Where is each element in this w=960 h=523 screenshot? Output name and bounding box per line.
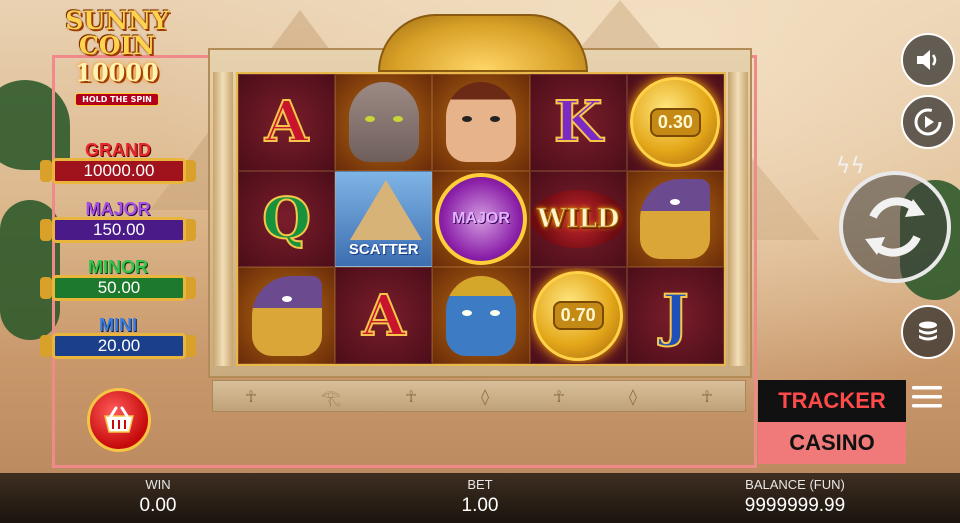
- tracker-casino-watermark: TRACKER CASINO: [758, 380, 906, 464]
- hieroglyph-icon: 𓂀: [321, 388, 341, 407]
- coin-stack-icon: [919, 321, 937, 341]
- logo-line1: SUNNY: [65, 6, 169, 35]
- bet-label: BET: [467, 477, 493, 492]
- reel-cell-letter-a: A: [335, 267, 433, 364]
- pharaoh-symbol-icon: [445, 275, 516, 356]
- win-display: WIN 0.00: [108, 477, 208, 517]
- jackpot-value: 10000.00: [52, 158, 186, 184]
- coin-symbol-icon: 0.30: [630, 77, 721, 168]
- coin-symbol-icon: 0.70: [533, 270, 624, 361]
- reel-cell-wild: WILD: [529, 170, 627, 268]
- hieroglyph-band: ☥ 𓂀 ☥ ◊ ☥ ◊ ☥: [212, 380, 746, 412]
- jackpot-mini: MINI 20.00: [40, 315, 196, 363]
- autoplay-button[interactable]: [901, 95, 955, 149]
- major-coin-icon: MAJOR: [434, 172, 527, 265]
- jackpot-value: 50.00: [52, 275, 186, 301]
- game-logo: SUNNY COIN 10000 HOLD THE SPIN: [52, 8, 182, 106]
- jackpot-value: 150.00: [52, 217, 186, 243]
- golden-fan-ornament: [378, 14, 588, 72]
- hieroglyph-icon: ☥: [553, 386, 565, 406]
- balance-label: BALANCE (FUN): [745, 477, 845, 492]
- eye-icon: [670, 198, 681, 205]
- logo-line2: COIN: [78, 31, 156, 60]
- spin-button[interactable]: [839, 171, 951, 283]
- scatter-label: SCATTER: [348, 241, 419, 259]
- jackpot-value: 20.00: [52, 333, 186, 359]
- jackpot-major: MAJOR 150.00: [40, 199, 196, 247]
- pyramid-icon: [350, 179, 423, 240]
- eye-icon: [489, 309, 500, 316]
- horus-symbol-icon: [251, 275, 322, 356]
- symbol-j: J: [661, 282, 689, 349]
- reel-cell-scatter: SCATTER: [335, 170, 433, 268]
- menu-button[interactable]: [910, 382, 944, 412]
- symbol-k: K: [553, 89, 604, 156]
- logo-line3: 10000: [75, 58, 159, 87]
- queen-symbol-icon: [445, 82, 516, 163]
- basket-icon: [104, 406, 134, 433]
- eye-icon: [364, 116, 375, 123]
- reel-cell-horus: [238, 267, 336, 364]
- coin-value: 0.70: [552, 301, 604, 331]
- spin-icon: [865, 197, 925, 257]
- eye-icon: [281, 295, 292, 302]
- reel-cell-pharaoh: [432, 267, 530, 364]
- reel-cell-coin: 0.30: [626, 74, 724, 171]
- reel-cell-major: MAJOR: [432, 170, 530, 268]
- reel-cell-letter-a: A: [238, 74, 336, 171]
- reel-cell-horus: [626, 170, 724, 268]
- cat-symbol-icon: [348, 82, 419, 163]
- watermark-line1: TRACKER: [758, 380, 906, 422]
- autoplay-icon: [914, 108, 942, 136]
- reel-cell-cat: [335, 74, 433, 171]
- balance-display: BALANCE (FUN) 9999999.99: [720, 477, 870, 517]
- hieroglyph-icon: ◊: [481, 386, 489, 406]
- bet-value: 1.00: [461, 495, 499, 516]
- hamburger-icon: [912, 386, 942, 408]
- hieroglyph-icon: ☥: [701, 386, 713, 406]
- symbol-a: A: [264, 89, 309, 156]
- coin-value: 0.30: [649, 107, 701, 137]
- hieroglyph-icon: ☥: [245, 386, 257, 406]
- bet-display[interactable]: BET 1.00: [430, 477, 530, 517]
- eye-icon: [392, 116, 403, 123]
- reel-cell-queen: [432, 74, 530, 171]
- jackpot-wing-left: [40, 219, 52, 241]
- jackpot-wing-left: [40, 160, 52, 182]
- symbol-q: Q: [261, 185, 312, 252]
- jackpot-wing-left: [40, 335, 52, 357]
- jackpot-minor: MINOR 50.00: [40, 257, 196, 305]
- buy-feature-button[interactable]: [87, 388, 151, 452]
- major-label: MAJOR: [452, 209, 510, 227]
- jackpot-wing-left: [40, 277, 52, 299]
- eye-icon: [461, 309, 472, 316]
- bet-button[interactable]: [901, 305, 955, 359]
- pillar-right: [728, 72, 748, 366]
- win-value: 0.00: [139, 495, 177, 516]
- symbol-a: A: [361, 282, 406, 349]
- hieroglyph-icon: ☥: [405, 386, 417, 406]
- wild-label: WILD: [531, 189, 626, 248]
- eye-icon: [461, 116, 472, 123]
- reel-cell-letter-q: Q: [238, 170, 336, 268]
- jackpot-grand: GRAND 10000.00: [40, 140, 196, 188]
- reel-cell-letter-k: K: [529, 74, 627, 171]
- sound-button[interactable]: [901, 33, 955, 87]
- logo-tagline: HOLD THE SPIN: [75, 93, 159, 106]
- horus-symbol-icon: [640, 178, 711, 259]
- win-label: WIN: [145, 477, 171, 492]
- hieroglyph-icon: ◊: [629, 386, 637, 406]
- reel-cell-coin: 0.70: [529, 267, 627, 364]
- pillar-left: [213, 72, 233, 366]
- reel-grid[interactable]: A K 0.30 Q SCATTER MAJOR WILD A 0.70 J: [236, 72, 726, 366]
- speaker-icon: [917, 50, 937, 70]
- reel-cell-letter-j: J: [626, 267, 724, 364]
- eye-icon: [489, 116, 500, 123]
- balance-value: 9999999.99: [744, 495, 846, 516]
- watermark-line2: CASINO: [758, 422, 906, 464]
